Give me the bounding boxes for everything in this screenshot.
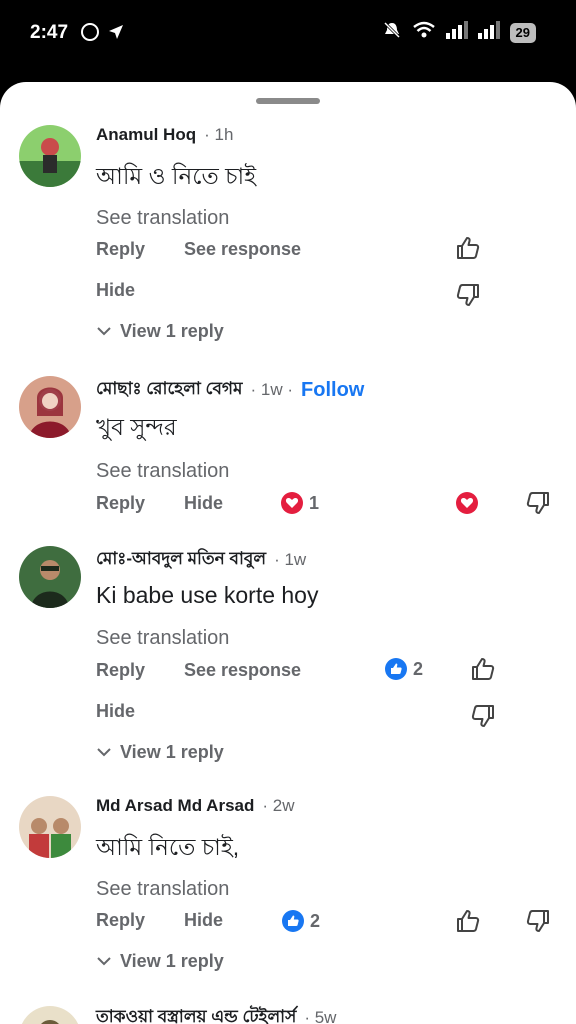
commenter-name[interactable]: তাকওয়া বস্ত্রালয় এন্ড টেইলার্স bbox=[96, 1004, 296, 1024]
view-replies-label: View 1 reply bbox=[120, 742, 224, 762]
see-translation-link[interactable]: See translation bbox=[96, 460, 229, 483]
hide-button[interactable]: Hide bbox=[96, 280, 135, 301]
dislike-icon[interactable] bbox=[525, 908, 551, 934]
view-replies-button[interactable]: View 1 reply bbox=[96, 951, 224, 972]
commenter-name[interactable]: মোছাঃ রোহেলা বেগম bbox=[96, 376, 243, 404]
see-response-button[interactable]: See response bbox=[184, 239, 301, 260]
avatar[interactable] bbox=[19, 546, 81, 608]
chevron-down-icon bbox=[96, 321, 112, 342]
battery-indicator: 29 bbox=[509, 22, 536, 43]
view-replies-label: View 1 reply bbox=[120, 951, 224, 971]
comment-item: মোঃ-আবদুল মতিন বাবুল · 1w Ki babe use ko… bbox=[0, 546, 576, 786]
wifi-icon bbox=[412, 21, 436, 44]
reaction-count: 2 bbox=[413, 658, 424, 679]
avatar[interactable] bbox=[19, 125, 81, 187]
comment-time: · 5w bbox=[304, 1008, 337, 1024]
follow-button[interactable]: Follow bbox=[301, 379, 364, 402]
comment-time: · 1h bbox=[204, 125, 234, 144]
status-bar: 2:47 29 bbox=[0, 0, 576, 80]
view-replies-label: View 1 reply bbox=[120, 321, 224, 341]
reply-button[interactable]: Reply bbox=[96, 239, 145, 260]
comments-sheet: Anamul Hoq · 1h আমি ও নিতে চাই See trans… bbox=[0, 82, 576, 1024]
reaction-summary[interactable]: 2 bbox=[282, 910, 320, 932]
signal-icon bbox=[477, 21, 500, 44]
see-response-button[interactable]: See response bbox=[184, 660, 301, 681]
reaction-summary[interactable]: 1 bbox=[281, 492, 319, 514]
love-reaction-button[interactable] bbox=[456, 492, 478, 514]
see-translation-link[interactable]: See translation bbox=[96, 207, 229, 230]
like-icon[interactable] bbox=[455, 908, 481, 934]
dislike-icon[interactable] bbox=[525, 490, 551, 516]
love-icon bbox=[456, 492, 478, 514]
comment-item: মোছাঃ রোহেলা বেগম · 1w · Follow খুব সুন্… bbox=[0, 376, 576, 526]
signal-icon bbox=[445, 21, 468, 44]
like-reaction-icon bbox=[385, 658, 407, 680]
sheet-drag-handle[interactable] bbox=[256, 98, 320, 104]
comment-text: খুব সুন্দর bbox=[96, 414, 177, 440]
love-reaction-icon bbox=[281, 492, 303, 514]
avatar[interactable] bbox=[19, 796, 81, 858]
view-replies-button[interactable]: View 1 reply bbox=[96, 321, 224, 342]
reply-button[interactable]: Reply bbox=[96, 910, 145, 931]
commenter-name[interactable]: Md Arsad Md Arsad bbox=[96, 796, 254, 816]
whatsapp-icon bbox=[80, 22, 100, 47]
avatar[interactable] bbox=[19, 376, 81, 438]
comment-time: · 2w bbox=[262, 796, 295, 815]
avatar[interactable] bbox=[19, 1006, 81, 1024]
hide-button[interactable]: Hide bbox=[184, 493, 223, 514]
reaction-summary[interactable]: 2 bbox=[385, 658, 423, 680]
reply-button[interactable]: Reply bbox=[96, 660, 145, 681]
commenter-name[interactable]: Anamul Hoq bbox=[96, 125, 196, 145]
comment-item: Anamul Hoq · 1h আমি ও নিতে চাই See trans… bbox=[0, 125, 576, 365]
comment-text: আমি ও নিতে চাই bbox=[96, 163, 257, 189]
reply-button[interactable]: Reply bbox=[96, 493, 145, 514]
comment-text: আমি নিতে চাই, bbox=[96, 834, 240, 860]
like-icon[interactable] bbox=[470, 656, 496, 682]
chevron-down-icon bbox=[96, 951, 112, 972]
see-translation-link[interactable]: See translation bbox=[96, 878, 229, 901]
status-time: 2:47 bbox=[30, 22, 69, 43]
comment-time: · 1w bbox=[274, 550, 307, 569]
comment-item: তাকওয়া বস্ত্রালয় এন্ড টেইলার্স · 5w bbox=[0, 1000, 576, 1024]
comment-text: Ki babe use korte hoy bbox=[96, 582, 319, 608]
see-translation-link[interactable]: See translation bbox=[96, 627, 229, 650]
view-replies-button[interactable]: View 1 reply bbox=[96, 742, 224, 763]
reaction-count: 2 bbox=[310, 910, 321, 931]
like-reaction-icon bbox=[282, 910, 304, 932]
chevron-down-icon bbox=[96, 742, 112, 763]
reaction-count: 1 bbox=[309, 492, 320, 513]
mute-icon bbox=[382, 20, 402, 45]
dislike-icon[interactable] bbox=[470, 703, 496, 729]
comment-item: Md Arsad Md Arsad · 2w আমি নিতে চাই, See… bbox=[0, 796, 576, 996]
hide-button[interactable]: Hide bbox=[96, 701, 135, 722]
commenter-name[interactable]: মোঃ-আবদুল মতিন বাবুল bbox=[96, 546, 266, 574]
messenger-icon bbox=[106, 22, 126, 47]
dislike-icon[interactable] bbox=[455, 282, 481, 308]
hide-button[interactable]: Hide bbox=[184, 910, 223, 931]
comment-time: · 1w · bbox=[250, 380, 294, 399]
like-icon[interactable] bbox=[455, 235, 481, 261]
